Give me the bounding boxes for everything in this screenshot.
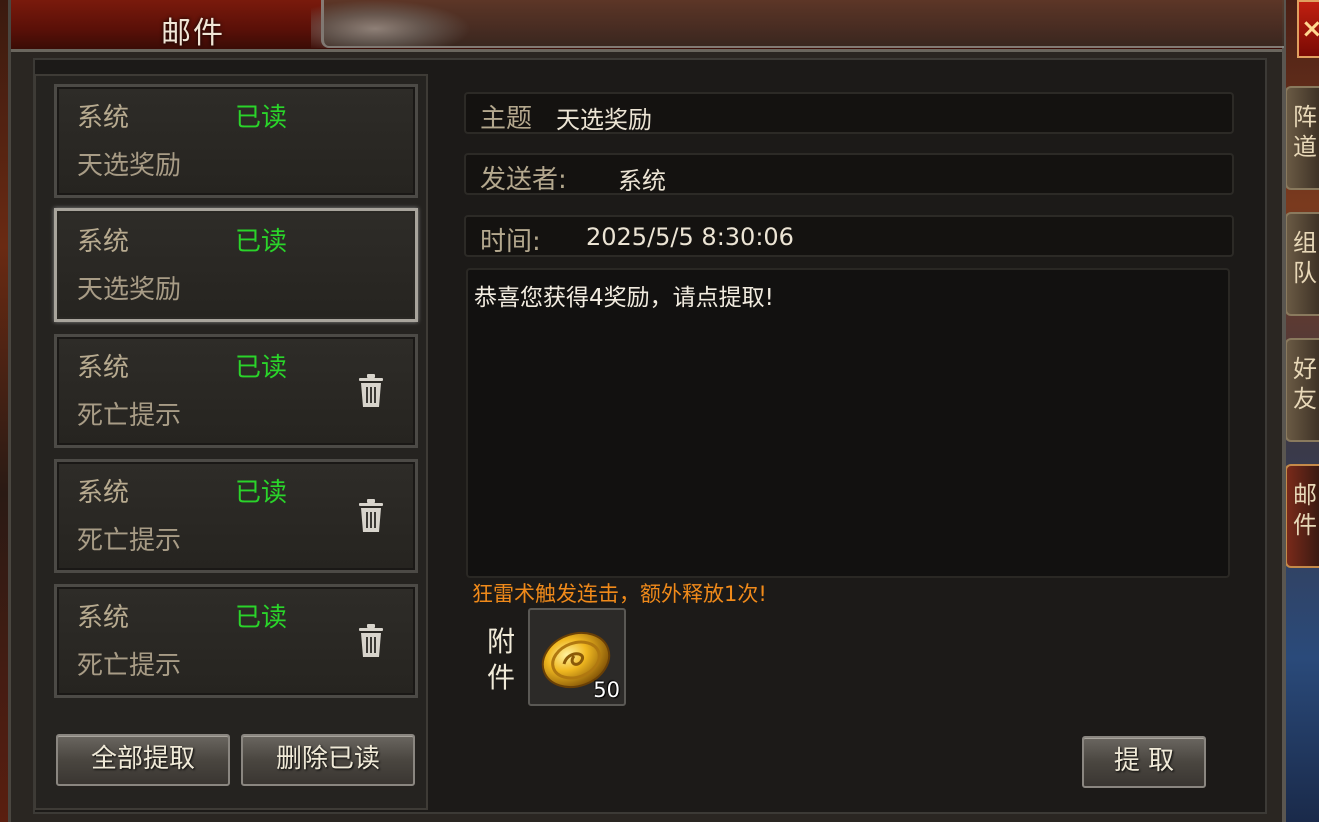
mail-status: 已读 (235, 603, 288, 633)
collect-all-button[interactable]: 全部提取 (56, 734, 230, 786)
mail-body: 恭喜您获得4奖励，请点提取! (466, 268, 1230, 578)
attachment-count: 50 (593, 678, 620, 702)
attachment-label: 附 件 (486, 625, 515, 694)
mail-sender: 系统 (77, 603, 130, 633)
side-tab-label: 阵 道 (1293, 103, 1317, 161)
trash-icon[interactable] (357, 623, 385, 659)
mail-sender: 系统 (77, 227, 130, 257)
mail-sender: 系统 (77, 103, 130, 133)
mail-subject: 死亡提示 (77, 526, 182, 556)
sender-label: 发送者: (480, 165, 567, 195)
delete-read-button[interactable]: 删除已读 (241, 734, 415, 786)
mail-subject: 死亡提示 (77, 401, 182, 431)
mail-item-4[interactable]: 系统 已读 死亡提示 (54, 584, 418, 698)
combat-notice: 狂雷术触发连击，额外释放1次! (472, 582, 767, 606)
side-tab-label: 组 队 (1293, 229, 1317, 287)
time-field: 时间: 2025/5/5 8:30:06 (464, 215, 1234, 257)
mail-status: 已读 (235, 103, 288, 133)
time-value: 2025/5/5 8:30:06 (586, 223, 794, 251)
mail-subject: 死亡提示 (77, 651, 182, 681)
mail-sender: 系统 (77, 353, 130, 383)
time-label: 时间: (480, 227, 541, 257)
side-tab-label: 邮 件 (1293, 481, 1317, 539)
mail-subject: 天选奖励 (77, 151, 182, 181)
mail-status: 已读 (235, 227, 288, 257)
close-button[interactable]: × (1297, 0, 1319, 58)
mail-status: 已读 (235, 353, 288, 383)
trash-icon[interactable] (357, 498, 385, 534)
mail-subject: 天选奖励 (77, 275, 182, 305)
subject-value: 天选奖励 (556, 106, 652, 134)
subject-label: 主题 (480, 104, 533, 134)
side-tab-2[interactable]: 好 友 (1285, 338, 1319, 442)
trash-icon[interactable] (357, 373, 385, 409)
mail-item-3[interactable]: 系统 已读 死亡提示 (54, 459, 418, 573)
mail-item-2[interactable]: 系统 已读 死亡提示 (54, 334, 418, 448)
title-ornament (311, 0, 471, 48)
sender-field: 发送者: 系统 (464, 153, 1234, 195)
side-tab-0[interactable]: 阵 道 (1285, 86, 1319, 190)
mail-body-text: 恭喜您获得4奖励，请点提取! (474, 285, 774, 311)
window-title: 邮件 (161, 16, 225, 51)
mail-sender: 系统 (77, 478, 130, 508)
title-bar: 邮件 (11, 0, 1284, 52)
collect-button[interactable]: 提 取 (1082, 736, 1206, 788)
mail-status: 已读 (235, 478, 288, 508)
subject-field: 主题 天选奖励 (464, 92, 1234, 134)
mail-item-0[interactable]: 系统 已读 天选奖励 (54, 84, 418, 198)
side-tab-1[interactable]: 组 队 (1285, 212, 1319, 316)
sender-value: 系统 (618, 167, 666, 195)
attachment-slot[interactable]: 50 (528, 608, 626, 706)
side-tab-3[interactable]: 邮 件 (1285, 464, 1319, 568)
side-tab-label: 好 友 (1293, 355, 1317, 413)
mail-item-1[interactable]: 系统 已读 天选奖励 (54, 208, 418, 322)
